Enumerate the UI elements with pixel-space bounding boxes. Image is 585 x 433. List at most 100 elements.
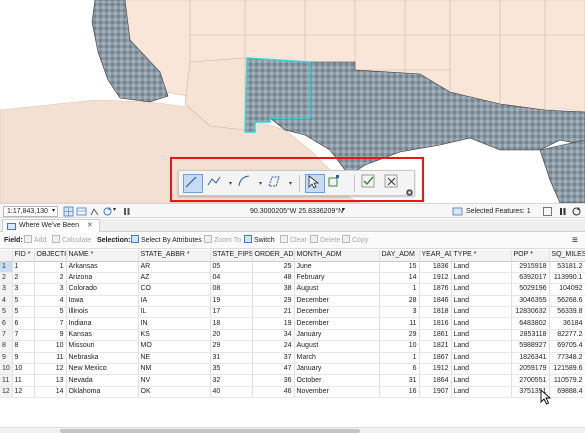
column-header[interactable]: MONTH_ADM (294, 250, 380, 262)
menu-icon[interactable]: ≡ (572, 233, 578, 249)
table-cell[interactable]: Arizona (66, 272, 139, 285)
table-cell[interactable]: December (294, 306, 380, 319)
table-cell[interactable]: Land (451, 295, 512, 308)
row-header[interactable]: 8 (0, 340, 13, 353)
table-cell[interactable]: February (294, 272, 380, 285)
table-cell[interactable]: 40 (210, 386, 253, 399)
table-cell[interactable]: 56339.8 (549, 306, 585, 319)
scale-selector[interactable]: 1:17,843,130 ▾ (3, 206, 58, 217)
table-cell[interactable]: 2915918 (511, 261, 550, 273)
table-cell[interactable]: 47 (252, 363, 295, 376)
table-cell[interactable]: Land (451, 317, 512, 330)
table-cell[interactable]: Arkansas (66, 261, 139, 273)
table-cell[interactable]: August (294, 283, 380, 296)
discard-sketch-button[interactable] (384, 174, 404, 193)
trace-tool-button[interactable] (267, 174, 287, 193)
table-row[interactable]: 8 8 10 Missouri MO 29 24 August 10 1821 Land 598892… (0, 340, 585, 353)
column-header[interactable]: YEAR_ADM (419, 250, 452, 262)
scroll-thumb[interactable] (60, 429, 360, 433)
table-cell[interactable]: Kansas (66, 329, 139, 342)
column-header[interactable]: TYPE * (451, 250, 512, 262)
table-cell[interactable]: 113990.1 (549, 272, 585, 285)
table-cell[interactable]: 5 (12, 306, 35, 319)
table-cell[interactable]: 6483802 (511, 317, 550, 330)
chevron-down-icon[interactable]: ▾ (113, 206, 116, 213)
table-icon[interactable] (76, 206, 87, 217)
table-cell[interactable]: 53181.2 (549, 261, 585, 273)
table-cell[interactable]: 38 (252, 283, 295, 296)
table-cell[interactable]: MO (138, 340, 211, 353)
table-cell[interactable]: 5029196 (511, 283, 550, 296)
column-header[interactable]: FID * (12, 250, 35, 262)
delete-button[interactable]: Delete (310, 233, 340, 249)
column-header[interactable]: ORDER_ADM (252, 250, 295, 262)
table-cell[interactable]: 6 (12, 317, 35, 330)
select-tool-button[interactable] (305, 174, 325, 193)
chevron-down-icon[interactable]: ▾ (289, 180, 292, 187)
table-cell[interactable]: 1864 (419, 374, 452, 387)
table-cell[interactable]: 8 (12, 340, 35, 353)
table-cell[interactable]: August (294, 340, 380, 353)
add-field-button[interactable]: Add (24, 233, 46, 249)
table-cell[interactable]: 12 (34, 363, 67, 376)
table-cell[interactable]: 11 (12, 374, 35, 387)
table-cell[interactable]: 5 (34, 306, 67, 319)
table-cell[interactable]: 1836 (419, 261, 452, 273)
table-cell[interactable]: 36184 (549, 317, 585, 330)
table-row[interactable]: 4 5 4 Iowa IA 19 29 December 28 1846 Land 3046355 56… (0, 295, 585, 308)
row-header[interactable]: 12 (0, 386, 13, 399)
table-cell[interactable]: 1 (34, 261, 67, 273)
table-cell[interactable]: 1816 (419, 317, 452, 330)
table-cell[interactable]: Land (451, 363, 512, 376)
column-header[interactable]: POP * (511, 250, 550, 262)
table-cell[interactable]: 32 (210, 374, 253, 387)
arc-tool-button[interactable] (237, 174, 257, 193)
table-cell[interactable]: IN (138, 317, 211, 330)
table-cell[interactable]: Land (451, 386, 512, 399)
switch-selection-button[interactable]: Switch (244, 233, 275, 249)
table-cell[interactable]: June (294, 261, 380, 273)
table-cell[interactable]: 82277.2 (549, 329, 585, 342)
table-cell[interactable]: NE (138, 352, 211, 365)
table-cell[interactable]: 16 (379, 386, 420, 399)
table-cell[interactable]: 19 (210, 295, 253, 308)
table-cell[interactable]: 31 (379, 374, 420, 387)
table-cell[interactable]: 29 (210, 340, 253, 353)
row-header[interactable]: 3 (0, 283, 13, 296)
line-tool-button[interactable] (183, 174, 203, 193)
column-header[interactable]: OBJECTID (34, 250, 67, 262)
zoom-to-button[interactable]: Zoom To (204, 233, 241, 249)
table-cell[interactable]: 17 (210, 306, 253, 319)
table-cell[interactable]: Missouri (66, 340, 139, 353)
table-cell[interactable]: 08 (210, 283, 253, 296)
row-header[interactable]: 2 (0, 272, 13, 285)
chevron-down-icon[interactable]: ▾ (259, 180, 262, 187)
column-header[interactable]: NAME * (66, 250, 139, 262)
table-cell[interactable]: 7 (12, 329, 35, 342)
table-cell[interactable]: 1846 (419, 295, 452, 308)
table-cell[interactable]: 1912 (419, 272, 452, 285)
row-header[interactable]: 10 (0, 363, 13, 376)
table-cell[interactable]: 110579.2 (549, 374, 585, 387)
vertices-tool-button[interactable] (327, 174, 347, 193)
table-row[interactable]: 2 2 2 Arizona AZ 04 48 February 14 1912 Land 639201… (0, 272, 585, 285)
table-cell[interactable]: 46 (252, 386, 295, 399)
table-cell[interactable]: 4 (34, 295, 67, 308)
table-cell[interactable]: 29 (252, 295, 295, 308)
column-header[interactable]: STATE_FIPS * (210, 250, 253, 262)
table-cell[interactable]: 28 (379, 295, 420, 308)
table-cell[interactable]: Illinois (66, 306, 139, 319)
table-cell[interactable]: 25 (252, 261, 295, 273)
table-cell[interactable]: 121589.6 (549, 363, 585, 376)
table-cell[interactable]: 04 (210, 272, 253, 285)
table-cell[interactable]: 1826341 (511, 352, 550, 365)
table-cell[interactable]: 6 (379, 363, 420, 376)
table-cell[interactable]: Land (451, 261, 512, 273)
table-row[interactable]: 9 9 11 Nebraska NE 31 37 March 1 1867 Land 1826341 7… (0, 352, 585, 365)
table-cell[interactable]: 9 (12, 352, 35, 365)
snapping-icon[interactable] (89, 206, 100, 217)
table-cell[interactable]: CO (138, 283, 211, 296)
table-cell[interactable]: 48 (252, 272, 295, 285)
table-cell[interactable]: 3 (34, 283, 67, 296)
table-row[interactable]: 6 6 7 Indiana IN 18 19 December 11 1816 Land 648380… (0, 317, 585, 330)
